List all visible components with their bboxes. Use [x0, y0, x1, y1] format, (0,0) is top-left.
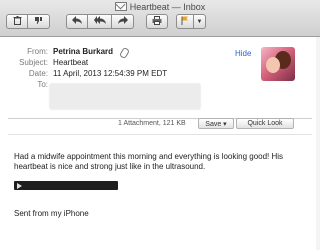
reply-all-button[interactable] [88, 14, 112, 29]
subject-value: Heartbeat [53, 58, 89, 67]
body-divider [8, 134, 312, 135]
message-header: From: Petrina Burkard Subject: Heartbeat… [0, 37, 320, 132]
attachment-summary: 1 Attachment, 121 KB [118, 120, 186, 127]
trash-icon [13, 15, 22, 28]
junk-button[interactable] [28, 14, 50, 29]
hide-link[interactable]: Hide [235, 49, 251, 58]
chevron-down-icon: ▼ [196, 18, 203, 25]
message-body: Had a midwife appointment this morning a… [14, 152, 284, 171]
date-label: Date: [28, 69, 48, 78]
reply-group [66, 14, 134, 29]
subject-label: Subject: [19, 58, 48, 67]
from-value[interactable]: Petrina Burkard [53, 47, 113, 56]
envelope-icon [114, 2, 127, 11]
reply-arrow-icon [72, 16, 82, 27]
to-label: To: [37, 80, 48, 89]
flag-menu-button[interactable]: ▼ [194, 14, 206, 29]
forward-button[interactable] [112, 14, 134, 29]
delete-junk-group [6, 14, 50, 29]
paperclip-icon [118, 46, 131, 60]
save-attachment-button[interactable]: Save ▾ [198, 118, 234, 129]
forward-arrow-icon [117, 16, 128, 27]
scroll-edge [316, 37, 320, 250]
flag-group: ▼ [176, 14, 206, 29]
quick-look-button[interactable]: Quick Look [236, 118, 294, 129]
date-value: 11 April, 2013 12:54:39 PM EDT [53, 69, 168, 78]
from-label: From: [27, 47, 48, 56]
window-title: Heartbeat — Inbox [0, 1, 320, 13]
flag-icon [181, 16, 189, 28]
signature: Sent from my iPhone [14, 209, 89, 218]
window-title-text: Heartbeat — Inbox [129, 2, 206, 12]
flag-button[interactable] [176, 14, 194, 29]
reply-all-arrow-icon [93, 16, 106, 27]
redacted-recipients [49, 83, 201, 110]
play-icon[interactable] [17, 182, 22, 189]
audio-attachment-player[interactable] [14, 181, 118, 190]
toolbar: Heartbeat — Inbox ▼ [0, 0, 320, 37]
mail-window: Heartbeat — Inbox ▼ From: Petrina Burkar… [0, 0, 320, 250]
reply-button[interactable] [66, 14, 88, 29]
printer-icon [152, 15, 162, 28]
print-button[interactable] [146, 14, 168, 29]
avatar [261, 47, 295, 81]
thumbs-down-icon [34, 16, 43, 28]
delete-button[interactable] [6, 14, 28, 29]
